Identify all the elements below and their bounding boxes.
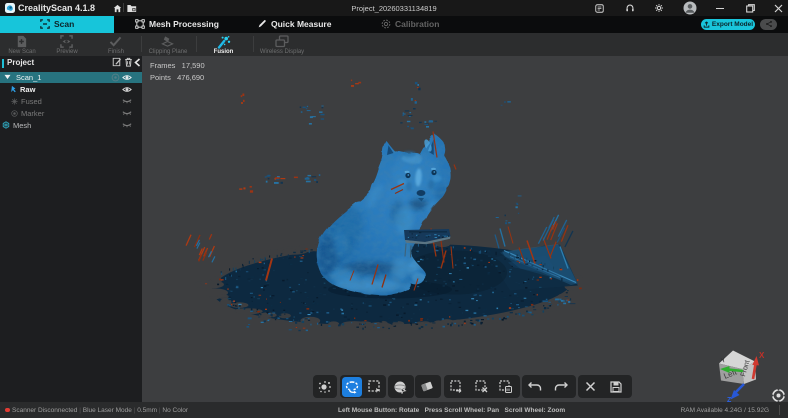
svg-text:X: X [759,351,765,360]
